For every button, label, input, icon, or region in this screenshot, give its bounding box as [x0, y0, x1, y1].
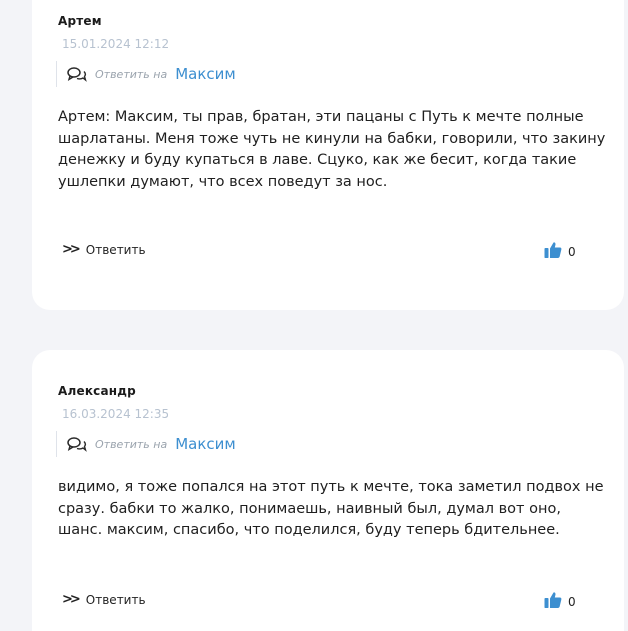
chat-bubbles-icon: [67, 66, 87, 82]
reply-button[interactable]: >> Ответить: [62, 242, 146, 257]
comment-date: 16.03.2024 12:35: [62, 407, 170, 421]
reply-to-label: Ответить на: [95, 437, 168, 451]
thumbs-up-icon: [544, 591, 562, 612]
double-chevron-right-icon: >>: [62, 242, 81, 257]
comment-text: видимо, я тоже попался на этот путь к ме…: [58, 479, 604, 538]
comment-card: Артем 15.01.2024 12:12 Ответить на Макси…: [32, 0, 624, 310]
comment-text: Артем: Максим, ты прав, братан, эти паца…: [58, 109, 606, 190]
reply-to-name[interactable]: Максим: [175, 65, 236, 83]
comment-card: Александр 16.03.2024 12:35 Ответить на М…: [32, 350, 624, 631]
comment-author: Артем: [58, 14, 102, 28]
like-count: 0: [568, 594, 576, 609]
like-count: 0: [568, 244, 576, 259]
comment-author: Александр: [58, 384, 136, 398]
reply-to-indicator: Ответить на Максим: [56, 431, 236, 457]
chat-bubbles-icon: [67, 436, 87, 452]
like-button[interactable]: 0: [544, 591, 576, 612]
reply-button[interactable]: >> Ответить: [62, 592, 146, 607]
reply-button-label: Ответить: [85, 592, 146, 607]
like-button[interactable]: 0: [544, 241, 576, 262]
reply-to-label: Ответить на: [95, 67, 168, 81]
comment-date: 15.01.2024 12:12: [62, 37, 170, 51]
thumbs-up-icon: [544, 241, 562, 262]
reply-button-label: Ответить: [85, 242, 146, 257]
double-chevron-right-icon: >>: [62, 592, 81, 607]
reply-to-name[interactable]: Максим: [175, 435, 236, 453]
reply-to-indicator: Ответить на Максим: [56, 61, 236, 87]
